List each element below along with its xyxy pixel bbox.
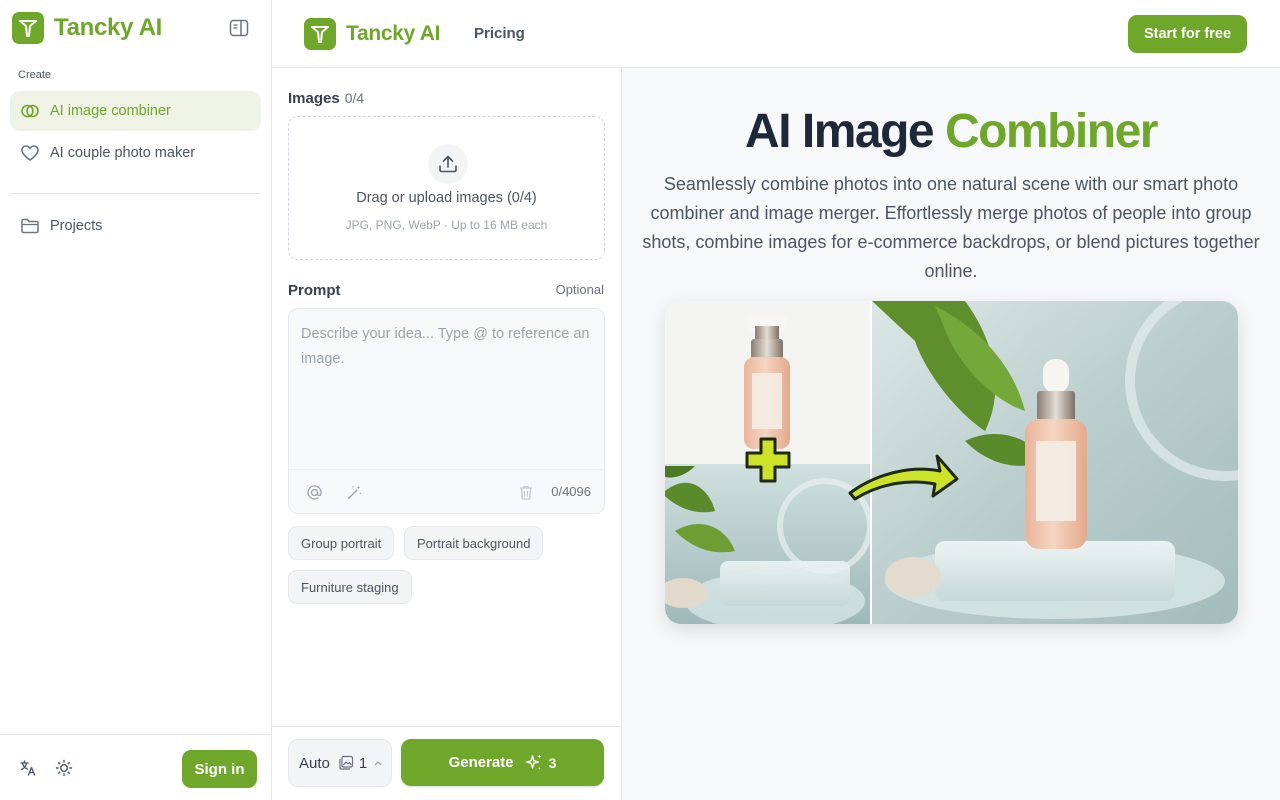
language-icon[interactable]: [19, 759, 37, 777]
images-label-text: Images: [288, 90, 340, 107]
sidebar: Tancky AI Create AI image combiner AI co…: [0, 0, 272, 800]
sidebar-footer: Sign in: [0, 734, 271, 800]
header-logo[interactable]: Tancky AI: [304, 18, 440, 50]
sidebar-item-label: AI image combiner: [50, 103, 171, 119]
suggestion-chip-group-portrait[interactable]: Group portrait: [288, 526, 395, 560]
hero-title: AI Image Combiner: [622, 104, 1280, 159]
sidebar-toggle-icon[interactable]: [228, 18, 250, 38]
suggestion-chip-portrait-background[interactable]: Portrait background: [404, 526, 544, 560]
start-for-free-button[interactable]: Start for free: [1128, 15, 1247, 53]
sidebar-item-ai-image-combiner[interactable]: AI image combiner: [10, 91, 261, 131]
brand-name: Tancky AI: [346, 22, 441, 45]
images-count: 0/4: [344, 90, 365, 106]
example-combined-image: [665, 301, 1238, 624]
images-stack-icon: [338, 755, 354, 771]
trash-icon[interactable]: [517, 483, 535, 501]
sidebar-item-ai-couple-photo-maker[interactable]: AI couple photo maker: [10, 133, 261, 173]
dropzone-hint: JPG, PNG, WebP · Up to 16 MB each: [345, 218, 548, 232]
chevron-up-icon: [373, 758, 383, 768]
optional-label: Optional: [555, 282, 604, 297]
upload-icon: [428, 144, 468, 184]
magic-wand-icon[interactable]: [345, 483, 363, 501]
heart-icon: [20, 143, 40, 163]
hero-title-accent: Combiner: [944, 105, 1159, 158]
example-illustration: [665, 301, 1238, 624]
folder-icon: [20, 216, 40, 236]
character-count: 0/4096: [551, 484, 591, 499]
prompt-placeholder: Describe your idea... Type @ to referenc…: [301, 326, 590, 367]
logo-icon: [12, 12, 44, 44]
hero-description: Seamlessly combine photos into one natur…: [642, 174, 1260, 281]
section-label-create: Create: [18, 69, 52, 81]
sidebar-item-label: AI couple photo maker: [50, 145, 196, 161]
dropzone-title: Drag or upload images (0/4): [356, 190, 537, 206]
brand-name: Tancky AI: [54, 14, 163, 41]
sidebar-divider: [10, 193, 261, 194]
logo-icon: [304, 18, 336, 50]
pricing-link[interactable]: Pricing: [474, 25, 525, 42]
generate-label: Generate: [448, 754, 514, 771]
prompt-label: Prompt: [288, 282, 341, 299]
prompt-toolbar: 0/4096: [289, 469, 604, 513]
top-navigation: Tancky AI Pricing Start for free: [272, 0, 1280, 68]
sidebar-item-label: Projects: [50, 218, 103, 234]
generate-credit-cost: 3: [548, 754, 557, 771]
sidebar-logo[interactable]: Tancky AI: [12, 12, 162, 44]
form-action-bar: Auto 1 Generate 3: [272, 726, 621, 800]
image-count-value: 1: [358, 754, 368, 772]
prompt-textarea[interactable]: Describe your idea... Type @ to referenc…: [288, 308, 605, 514]
generate-button[interactable]: Generate 3: [401, 739, 604, 786]
at-mention-icon[interactable]: [305, 483, 323, 501]
aspect-ratio-count-selector[interactable]: Auto 1: [288, 739, 392, 787]
suggestion-chip-furniture-staging[interactable]: Furniture staging: [288, 570, 412, 604]
generator-form: Images 0/4 Drag or upload images (0/4) JP…: [272, 68, 622, 800]
image-upload-dropzone[interactable]: Drag or upload images (0/4) JPG, PNG, We…: [288, 116, 605, 260]
aspect-ratio-value: Auto: [299, 754, 330, 772]
sign-in-button[interactable]: Sign in: [182, 750, 257, 788]
hero-section: AI Image Combiner Seamlessly combine pho…: [622, 68, 1280, 800]
sidebar-item-projects[interactable]: Projects: [10, 206, 261, 246]
images-label: Images 0/4: [288, 90, 364, 107]
sparkle-icon: [524, 753, 544, 773]
combine-icon: [20, 101, 40, 121]
hero-title-main: AI Image: [745, 105, 935, 158]
theme-sun-icon[interactable]: [55, 759, 73, 777]
